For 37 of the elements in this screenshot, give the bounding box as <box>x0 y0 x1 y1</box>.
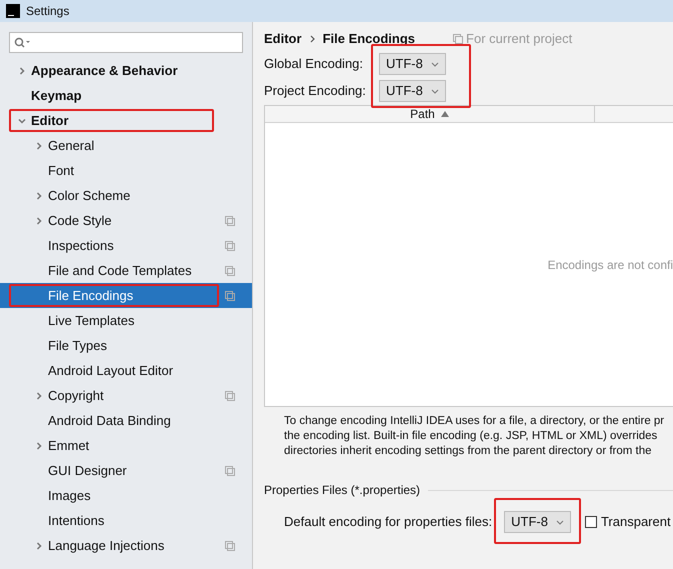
help-text: the encoding list. Built-in file encoding (e.g. JSP, HTML or XML) overrides <box>284 429 658 444</box>
tree-item[interactable]: Copyright <box>0 383 252 408</box>
tree-item[interactable]: Font <box>0 158 252 183</box>
column-header[interactable]: Path <box>410 105 435 123</box>
tree-item[interactable]: Emmet <box>0 433 252 458</box>
checkbox-label: Transparent <box>600 513 671 532</box>
field-label: Default encoding for properties files: <box>284 513 492 532</box>
help-text: To change encoding IntelliJ IDEA uses for a file, a directory, or the entire pr <box>284 414 666 429</box>
encoding-dropdown[interactable]: UTF-8 <box>504 511 571 533</box>
tree-item[interactable]: Appearance & Behavior <box>0 58 252 83</box>
tree-item[interactable]: Code Style <box>0 208 252 233</box>
tree-item[interactable]: General <box>0 133 252 158</box>
field-label: Project Encoding: <box>264 82 367 100</box>
encoding-dropdown[interactable]: UTF-8 <box>379 80 446 102</box>
breadcrumb-item: File Encodings <box>322 30 416 48</box>
tree-item[interactable]: Live Templates <box>0 308 252 333</box>
tree-item[interactable]: Language Injections <box>0 533 252 558</box>
tree-item[interactable]: Android Data Binding <box>0 408 252 433</box>
tree-item[interactable]: Inspections <box>0 233 252 258</box>
tree-item[interactable]: File Types <box>0 333 252 358</box>
tree-item[interactable]: File and Code Templates <box>0 258 252 283</box>
tree-item[interactable]: Color Scheme <box>0 183 252 208</box>
tree-item[interactable]: Editor <box>0 108 252 133</box>
tree-item[interactable]: Android Layout Editor <box>0 358 252 383</box>
breadcrumb-item[interactable]: Editor <box>264 29 302 49</box>
tree-item[interactable]: GUI Designer <box>0 458 252 483</box>
encoding-dropdown[interactable]: UTF-8 <box>379 53 446 75</box>
tree-item[interactable]: Intentions <box>0 508 252 533</box>
empty-table-message: Encodings are not confi <box>548 256 673 274</box>
help-text: directories inherit encoding settings from the parent directory or from the <box>284 444 653 459</box>
section-title: Properties Files (*.properties) <box>264 482 420 499</box>
tree-item[interactable]: Keymap <box>0 83 252 108</box>
scope-note: For current project <box>466 30 572 48</box>
tree-item[interactable]: Images <box>0 483 252 508</box>
tree-item[interactable]: File Encodings <box>0 283 252 308</box>
window-title: Settings <box>26 3 70 20</box>
field-label: Global Encoding: <box>264 55 364 74</box>
